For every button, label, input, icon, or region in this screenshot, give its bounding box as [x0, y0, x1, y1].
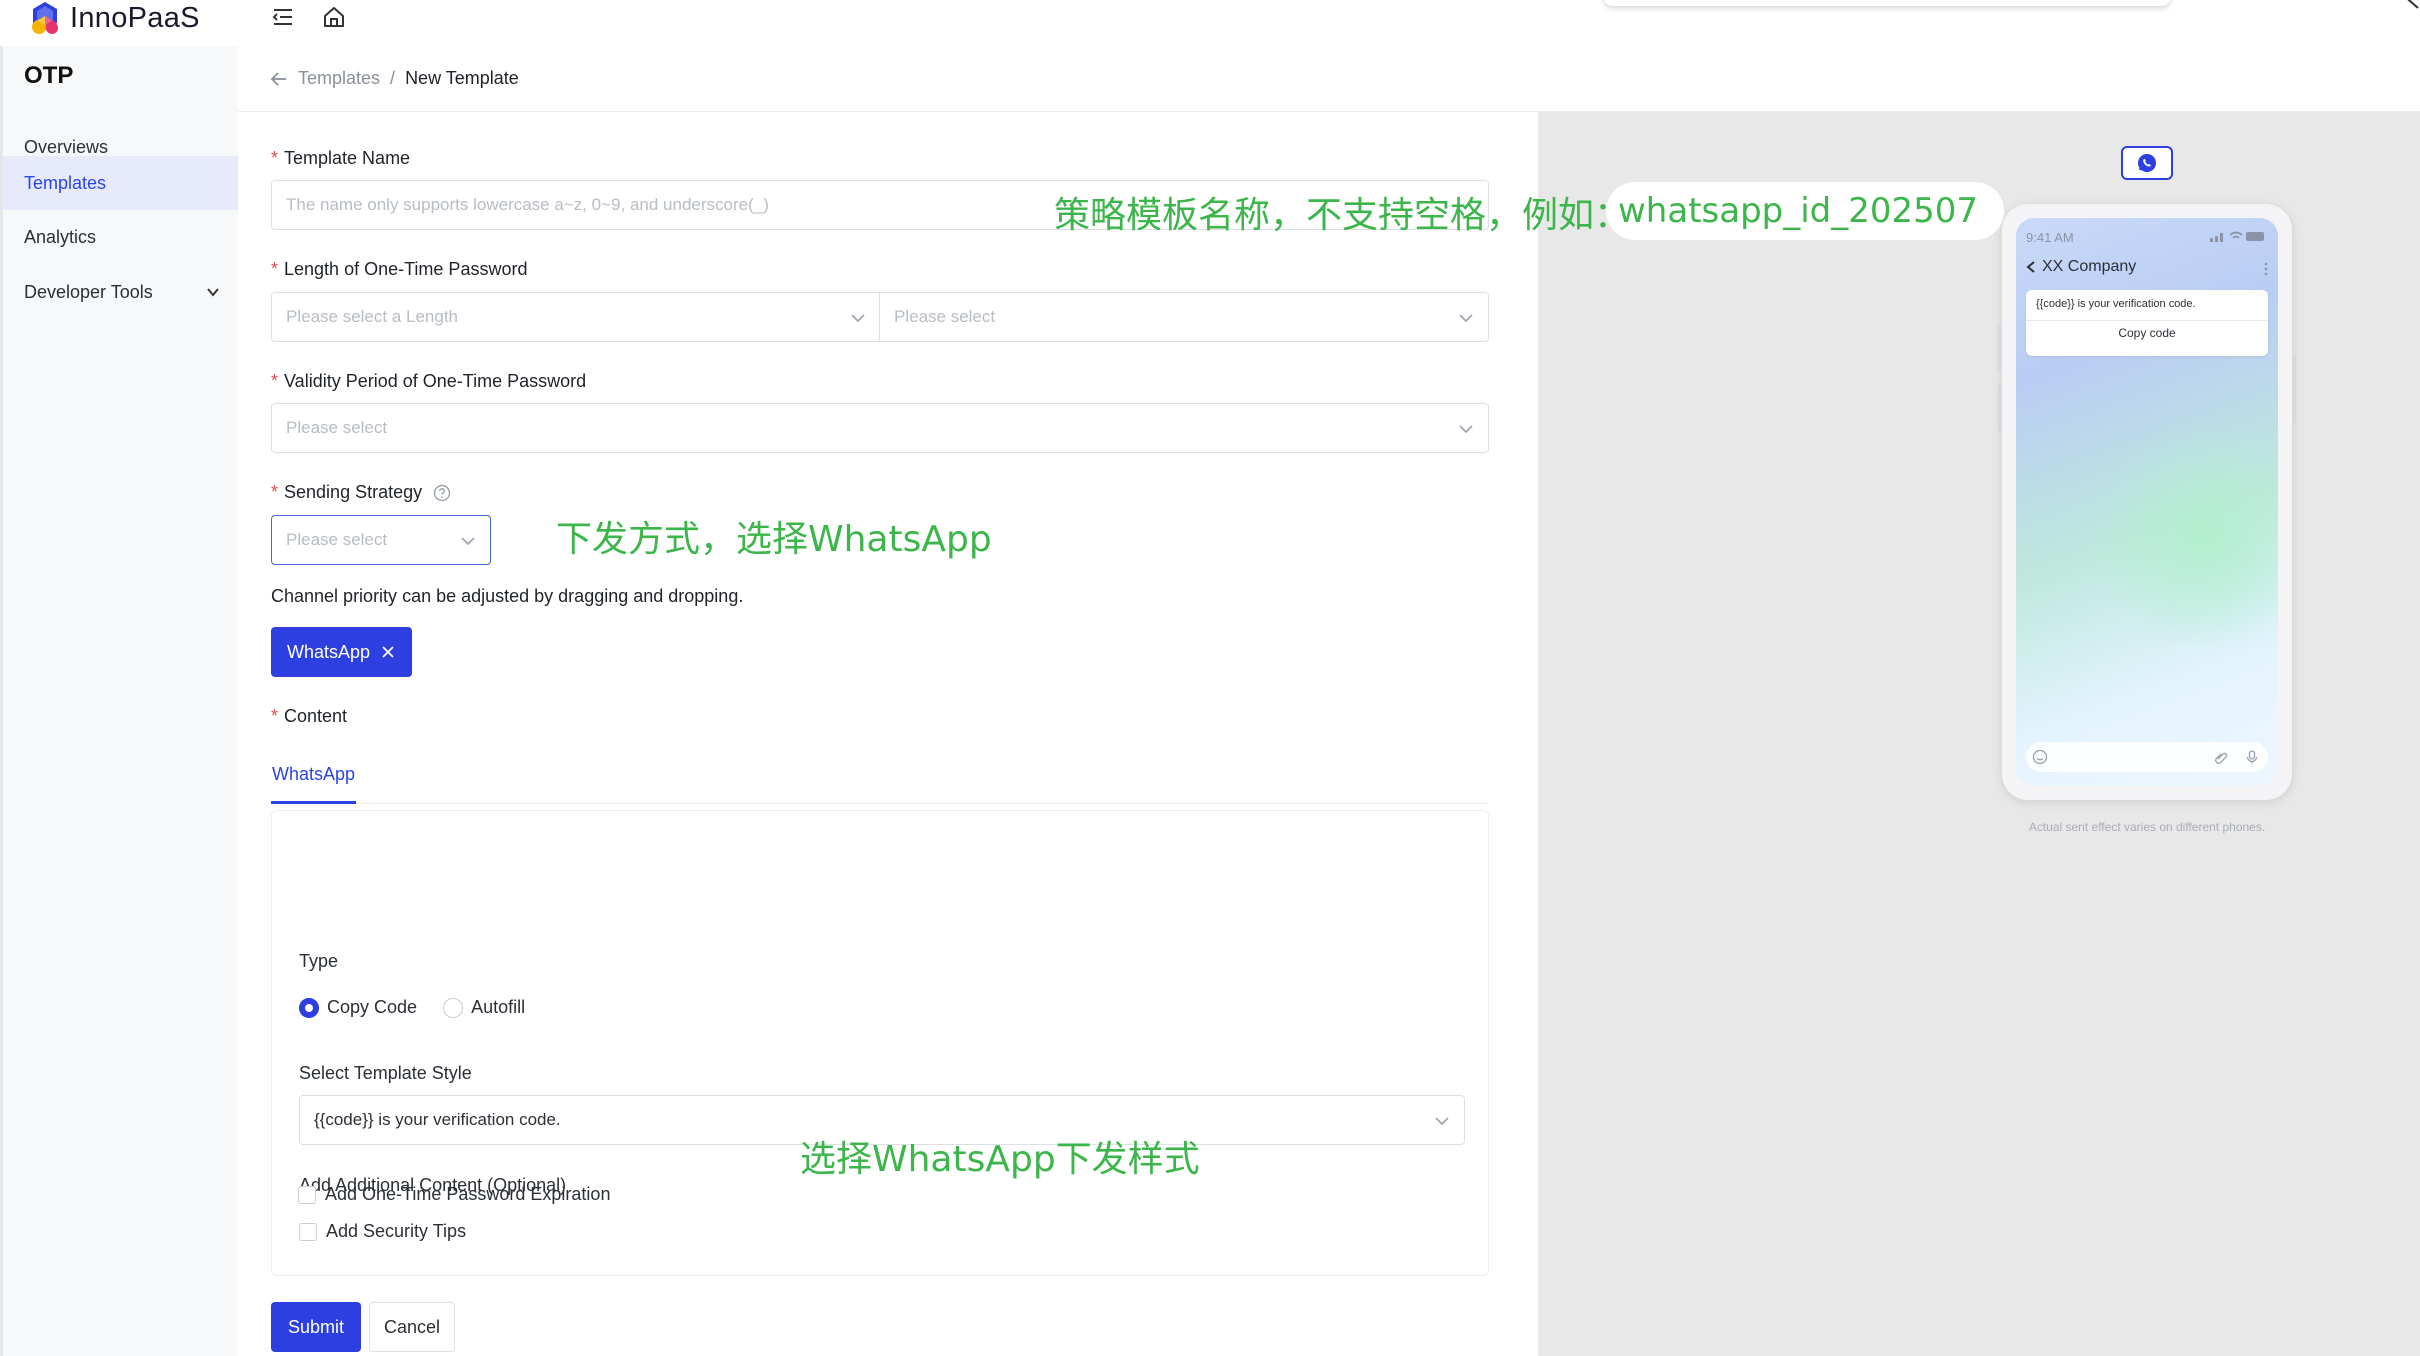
help-icon[interactable]	[433, 484, 451, 502]
chevron-down-icon	[207, 288, 219, 297]
validity-placeholder: Please select	[286, 418, 388, 437]
tab-whatsapp[interactable]: WhatsApp	[271, 752, 357, 804]
chat-company: XX Company	[2042, 258, 2137, 275]
security-tips-checkbox[interactable]	[299, 1222, 317, 1241]
required-mark: *	[271, 148, 279, 168]
content-label: * Content	[271, 706, 348, 726]
required-mark: *	[271, 371, 279, 391]
attach-icon	[2215, 752, 2228, 764]
whatsapp-icon	[2138, 154, 2156, 172]
brand-logo-icon	[32, 2, 58, 34]
emoji-icon	[2032, 749, 2048, 765]
radio-copy-code[interactable]	[299, 997, 319, 1018]
chevron-left-icon	[2026, 261, 2035, 273]
copy-code-button: Copy code	[2118, 326, 2176, 340]
breadcrumb-current: New Template	[405, 68, 519, 88]
menu-collapse-icon[interactable]	[270, 4, 296, 30]
submit-button[interactable]: Submit	[271, 1302, 361, 1352]
chevron-down-icon	[1435, 1117, 1449, 1126]
annotation-sending-strategy: 下发方式，选择WhatsApp	[556, 519, 992, 560]
sidebar-item-analytics[interactable]: Analytics	[3, 210, 238, 264]
channel-priority-hint: Channel priority can be adjusted by drag…	[271, 586, 744, 606]
template-style-value: {{code}} is your verification code.	[314, 1110, 561, 1129]
template-name-placeholder: The name only supports lowercase a~z, 0~…	[286, 195, 769, 214]
close-icon[interactable]	[2396, 0, 2420, 14]
expiration-row[interactable]: Add One-Time Password Expiration	[298, 1184, 610, 1205]
type-radio-group: Copy Code Autofill	[299, 997, 525, 1018]
required-mark: *	[271, 259, 279, 279]
validity-label: * Validity Period of One-Time Password	[271, 371, 587, 391]
brand-logo[interactable]: InnoPaaS	[26, 0, 200, 36]
otp-length-placeholder: Please select a Length	[286, 307, 459, 326]
content-tabs: WhatsApp	[271, 752, 1489, 804]
chat-input-bar	[2026, 742, 2268, 772]
security-tips-label: Add Security Tips	[326, 1221, 467, 1241]
more-vertical-icon	[2264, 262, 2268, 276]
sidebar-item-label: Templates	[24, 172, 107, 193]
status-time: 9:41 AM	[2026, 230, 2074, 245]
template-name-label: * Template Name	[271, 148, 411, 168]
radio-copy-code-label[interactable]: Copy Code	[327, 997, 417, 1018]
sidebar-item-label: Analytics	[24, 226, 97, 247]
sidebar-item-label: Developer Tools	[24, 281, 153, 302]
radio-autofill[interactable]	[443, 997, 464, 1018]
breadcrumb-separator: /	[390, 68, 396, 88]
radio-autofill-label[interactable]: Autofill	[471, 997, 525, 1018]
sidebar-item-label: Overviews	[24, 136, 109, 157]
phone-screen: 9:41 AM XX Company {{code}} is your veri…	[2016, 218, 2278, 786]
required-mark: *	[271, 482, 279, 502]
breadcrumb-templates-link[interactable]: Templates	[298, 68, 380, 89]
message-bubble: {{code}} is your verification code. Copy…	[2026, 290, 2268, 356]
expiration-checkbox[interactable]	[298, 1185, 316, 1204]
sidebar: OTP Overviews Templates Analytics Develo…	[0, 46, 238, 1356]
home-icon[interactable]	[321, 4, 347, 30]
whatsapp-preview-toggle[interactable]	[2121, 146, 2173, 180]
otp-length-label: * Length of One-Time Password	[271, 259, 528, 279]
expiration-label: Add One-Time Password Expiration	[325, 1184, 611, 1204]
chat-header: XX Company	[2026, 258, 2136, 276]
content-panel: Type Copy Code Autofill Select Template …	[271, 810, 1489, 1276]
arrow-left-icon[interactable]	[270, 70, 288, 88]
channel-chip-whatsapp[interactable]: WhatsApp	[271, 627, 413, 677]
preview-pane: 9:41 AM XX Company {{code}} is your veri…	[1538, 112, 2420, 1356]
type-label: Type	[299, 951, 339, 971]
top-bar: InnoPaaS	[0, 0, 2420, 46]
channel-chip-label: WhatsApp	[287, 641, 371, 662]
security-tips-row[interactable]: Add Security Tips	[299, 1221, 466, 1242]
chevron-down-icon	[1459, 314, 1473, 323]
otp-length-select[interactable]: Please select a Length	[271, 292, 881, 342]
brand-name: InnoPaaS	[70, 1, 200, 34]
message-text: {{code}} is your verification code.	[2036, 298, 2196, 310]
sidebar-item-templates[interactable]: Templates	[3, 156, 238, 210]
sending-strategy-label: * Sending Strategy	[271, 482, 451, 503]
annotation-template-name-example: whatsapp_id_202507	[1606, 182, 2005, 240]
breadcrumb: Templates / New Template	[238, 46, 2420, 112]
preview-note: Actual sent effect varies on different p…	[2028, 820, 2266, 834]
status-icons	[2210, 231, 2264, 242]
microphone-icon	[2246, 750, 2258, 764]
close-icon[interactable]	[380, 644, 396, 660]
otp-type-placeholder: Please select	[894, 307, 996, 326]
sidebar-item-developer-tools[interactable]: Developer Tools	[3, 265, 238, 319]
chevron-down-icon	[1459, 425, 1473, 434]
required-mark: *	[271, 706, 279, 726]
annotation-template-name: 策略模板名称，不支持空格，例如：	[1054, 195, 1631, 236]
validity-select[interactable]: Please select	[271, 403, 1489, 453]
sending-strategy-placeholder: Please select	[286, 530, 388, 549]
annotation-template-style: 选择WhatsApp下发样式	[800, 1139, 1200, 1180]
chevron-down-icon	[461, 537, 475, 546]
phone-mockup: 9:41 AM XX Company {{code}} is your veri…	[1998, 204, 2296, 800]
sidebar-title: OTP	[24, 62, 74, 89]
chevron-down-icon	[851, 314, 865, 323]
top-popup-edge	[1604, 0, 2170, 6]
sending-strategy-select[interactable]: Please select	[271, 515, 491, 565]
cancel-button[interactable]: Cancel	[369, 1302, 455, 1352]
template-style-label: Select Template Style	[299, 1063, 472, 1083]
otp-type-select[interactable]: Please select	[879, 292, 1489, 342]
